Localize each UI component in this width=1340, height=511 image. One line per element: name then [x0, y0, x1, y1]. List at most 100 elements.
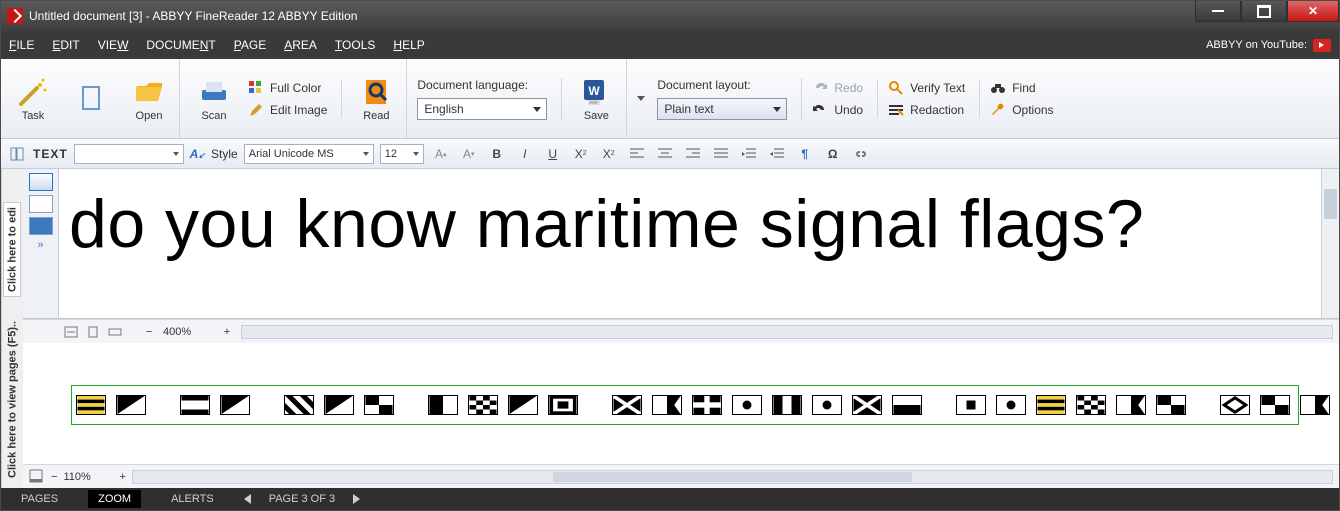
find-button[interactable]: Find — [990, 80, 1053, 96]
subscript-button[interactable]: X2 — [598, 143, 620, 165]
shrink-font-button[interactable]: A▾ — [458, 143, 480, 165]
open-button[interactable]: Open — [125, 59, 180, 138]
image-zoom-out-button[interactable]: − — [51, 471, 57, 483]
doc-layout-label: Document layout: — [657, 78, 787, 92]
text-zoom-bar: − 400% + — [23, 319, 1339, 343]
redo-icon — [812, 80, 828, 96]
align-right-button[interactable] — [682, 143, 704, 165]
undo-icon — [812, 102, 828, 118]
align-justify-button[interactable] — [710, 143, 732, 165]
image-zoom-dropdown[interactable]: 110% — [63, 471, 113, 483]
view-pages-tab[interactable]: Click here to view pages (F5).. — [5, 317, 21, 482]
menu-area[interactable]: AREA — [284, 38, 317, 52]
document-body-text: do you know maritime signal flags? — [59, 169, 1321, 293]
word-save-icon: WRTF — [580, 76, 612, 108]
paragraph-button[interactable]: ¶ — [794, 143, 816, 165]
text-zoom-dropdown[interactable]: 400% — [163, 326, 213, 338]
full-color-button[interactable]: Full Color — [248, 80, 327, 96]
text-pane-tools: » — [23, 169, 59, 318]
signal-flag-u — [364, 395, 394, 415]
text-actual-size-icon[interactable] — [107, 324, 123, 340]
save-button[interactable]: WRTF Save — [572, 59, 627, 138]
save-dropdown-arrow[interactable] — [637, 96, 645, 101]
status-tab-pages[interactable]: PAGES — [11, 490, 68, 508]
font-dropdown[interactable]: Arial Unicode MS — [244, 144, 374, 164]
signal-flag-f — [1220, 395, 1250, 415]
image-zoom-in-button[interactable]: + — [119, 471, 125, 483]
signal-flag-r — [692, 395, 722, 415]
image-props-icon[interactable] — [29, 469, 45, 485]
prev-page-button[interactable] — [244, 494, 251, 504]
style-name-dropdown[interactable] — [74, 144, 184, 164]
task-button[interactable]: Task — [9, 59, 57, 138]
edit-tab[interactable]: Click here to edi — [4, 202, 22, 297]
more-views-icon[interactable]: » — [37, 239, 43, 251]
font-size-dropdown[interactable]: 12 — [380, 144, 424, 164]
image-hscrollbar[interactable] — [132, 470, 1333, 484]
align-left-button[interactable] — [626, 143, 648, 165]
text-fit-page-icon[interactable] — [85, 324, 101, 340]
page-icon — [75, 83, 107, 115]
text-zoom-out-button[interactable]: − — [141, 324, 157, 340]
close-button[interactable] — [1287, 1, 1339, 22]
text-hscrollbar[interactable] — [241, 325, 1333, 339]
status-tab-zoom[interactable]: ZOOM — [88, 490, 141, 508]
text-fit-width-icon[interactable] — [63, 324, 79, 340]
text-zoom-in-button[interactable]: + — [219, 324, 235, 340]
menu-help[interactable]: HELP — [393, 38, 424, 52]
layout-view-2[interactable] — [29, 195, 53, 213]
align-center-button[interactable] — [654, 143, 676, 165]
superscript-button[interactable]: X2 — [570, 143, 592, 165]
new-doc-button[interactable] — [67, 59, 115, 138]
doc-language-dropdown[interactable]: English — [417, 98, 547, 120]
redo-button[interactable]: Redo — [812, 80, 863, 96]
menu-document[interactable]: DOCUMENT — [146, 38, 215, 52]
recognized-text-area[interactable]: ? — [71, 385, 1299, 425]
menu-view[interactable]: VIEW — [98, 38, 129, 52]
menu-tools[interactable]: TOOLS — [335, 38, 375, 52]
indent-increase-button[interactable] — [766, 143, 788, 165]
scan-button[interactable]: Scan — [190, 59, 238, 138]
text-vscrollbar[interactable] — [1321, 169, 1339, 318]
menu-file[interactable]: FILE — [9, 38, 34, 52]
format-toolbar: TEXT A↙ Style Arial Unicode MS 12 A▴ A▾ … — [1, 139, 1339, 169]
youtube-icon — [1313, 39, 1331, 52]
redaction-button[interactable]: Redaction — [888, 102, 965, 118]
pencil-icon — [248, 102, 264, 118]
layout-view-3[interactable] — [29, 217, 53, 235]
read-button[interactable]: Read — [352, 59, 407, 138]
layout-view-1[interactable] — [29, 173, 53, 191]
maximize-button[interactable] — [1241, 1, 1287, 22]
grow-font-button[interactable]: A▴ — [430, 143, 452, 165]
link-button[interactable] — [850, 143, 872, 165]
next-page-button[interactable] — [353, 494, 360, 504]
signal-flag-o — [324, 395, 354, 415]
signal-flag-a — [652, 395, 682, 415]
menu-bar: FILE EDIT VIEW DOCUMENT PAGE AREA TOOLS … — [1, 31, 1339, 59]
doc-layout-dropdown[interactable]: Plain text — [657, 98, 787, 120]
signal-flag-y — [284, 395, 314, 415]
image-viewer[interactable]: ? — [23, 343, 1339, 464]
indent-decrease-button[interactable] — [738, 143, 760, 165]
signal-flag-a — [1300, 395, 1330, 415]
edit-image-button[interactable]: Edit Image — [248, 102, 327, 118]
text-pane-label: TEXT — [33, 147, 68, 161]
symbol-button[interactable]: Ω — [822, 143, 844, 165]
side-tabs: Click here to view pages (F5).. Click he… — [1, 169, 23, 488]
signal-flag-m — [852, 395, 882, 415]
panel-toggle-icon[interactable] — [7, 147, 27, 161]
youtube-link[interactable]: ABBYY on YouTube: — [1206, 39, 1331, 52]
italic-button[interactable]: I — [514, 143, 536, 165]
text-editor[interactable]: do you know maritime signal flags? — [59, 169, 1321, 318]
minimize-button[interactable] — [1195, 1, 1241, 22]
status-tab-alerts[interactable]: ALERTS — [161, 490, 224, 508]
menu-page[interactable]: PAGE — [234, 38, 266, 52]
wrench-icon — [990, 102, 1006, 118]
options-button[interactable]: Options — [990, 102, 1053, 118]
underline-button[interactable]: U — [542, 143, 564, 165]
verify-text-button[interactable]: Verify Text — [888, 80, 965, 96]
bold-button[interactable]: B — [486, 143, 508, 165]
folder-open-icon — [133, 76, 165, 108]
menu-edit[interactable]: EDIT — [52, 38, 79, 52]
undo-button[interactable]: Undo — [812, 102, 863, 118]
